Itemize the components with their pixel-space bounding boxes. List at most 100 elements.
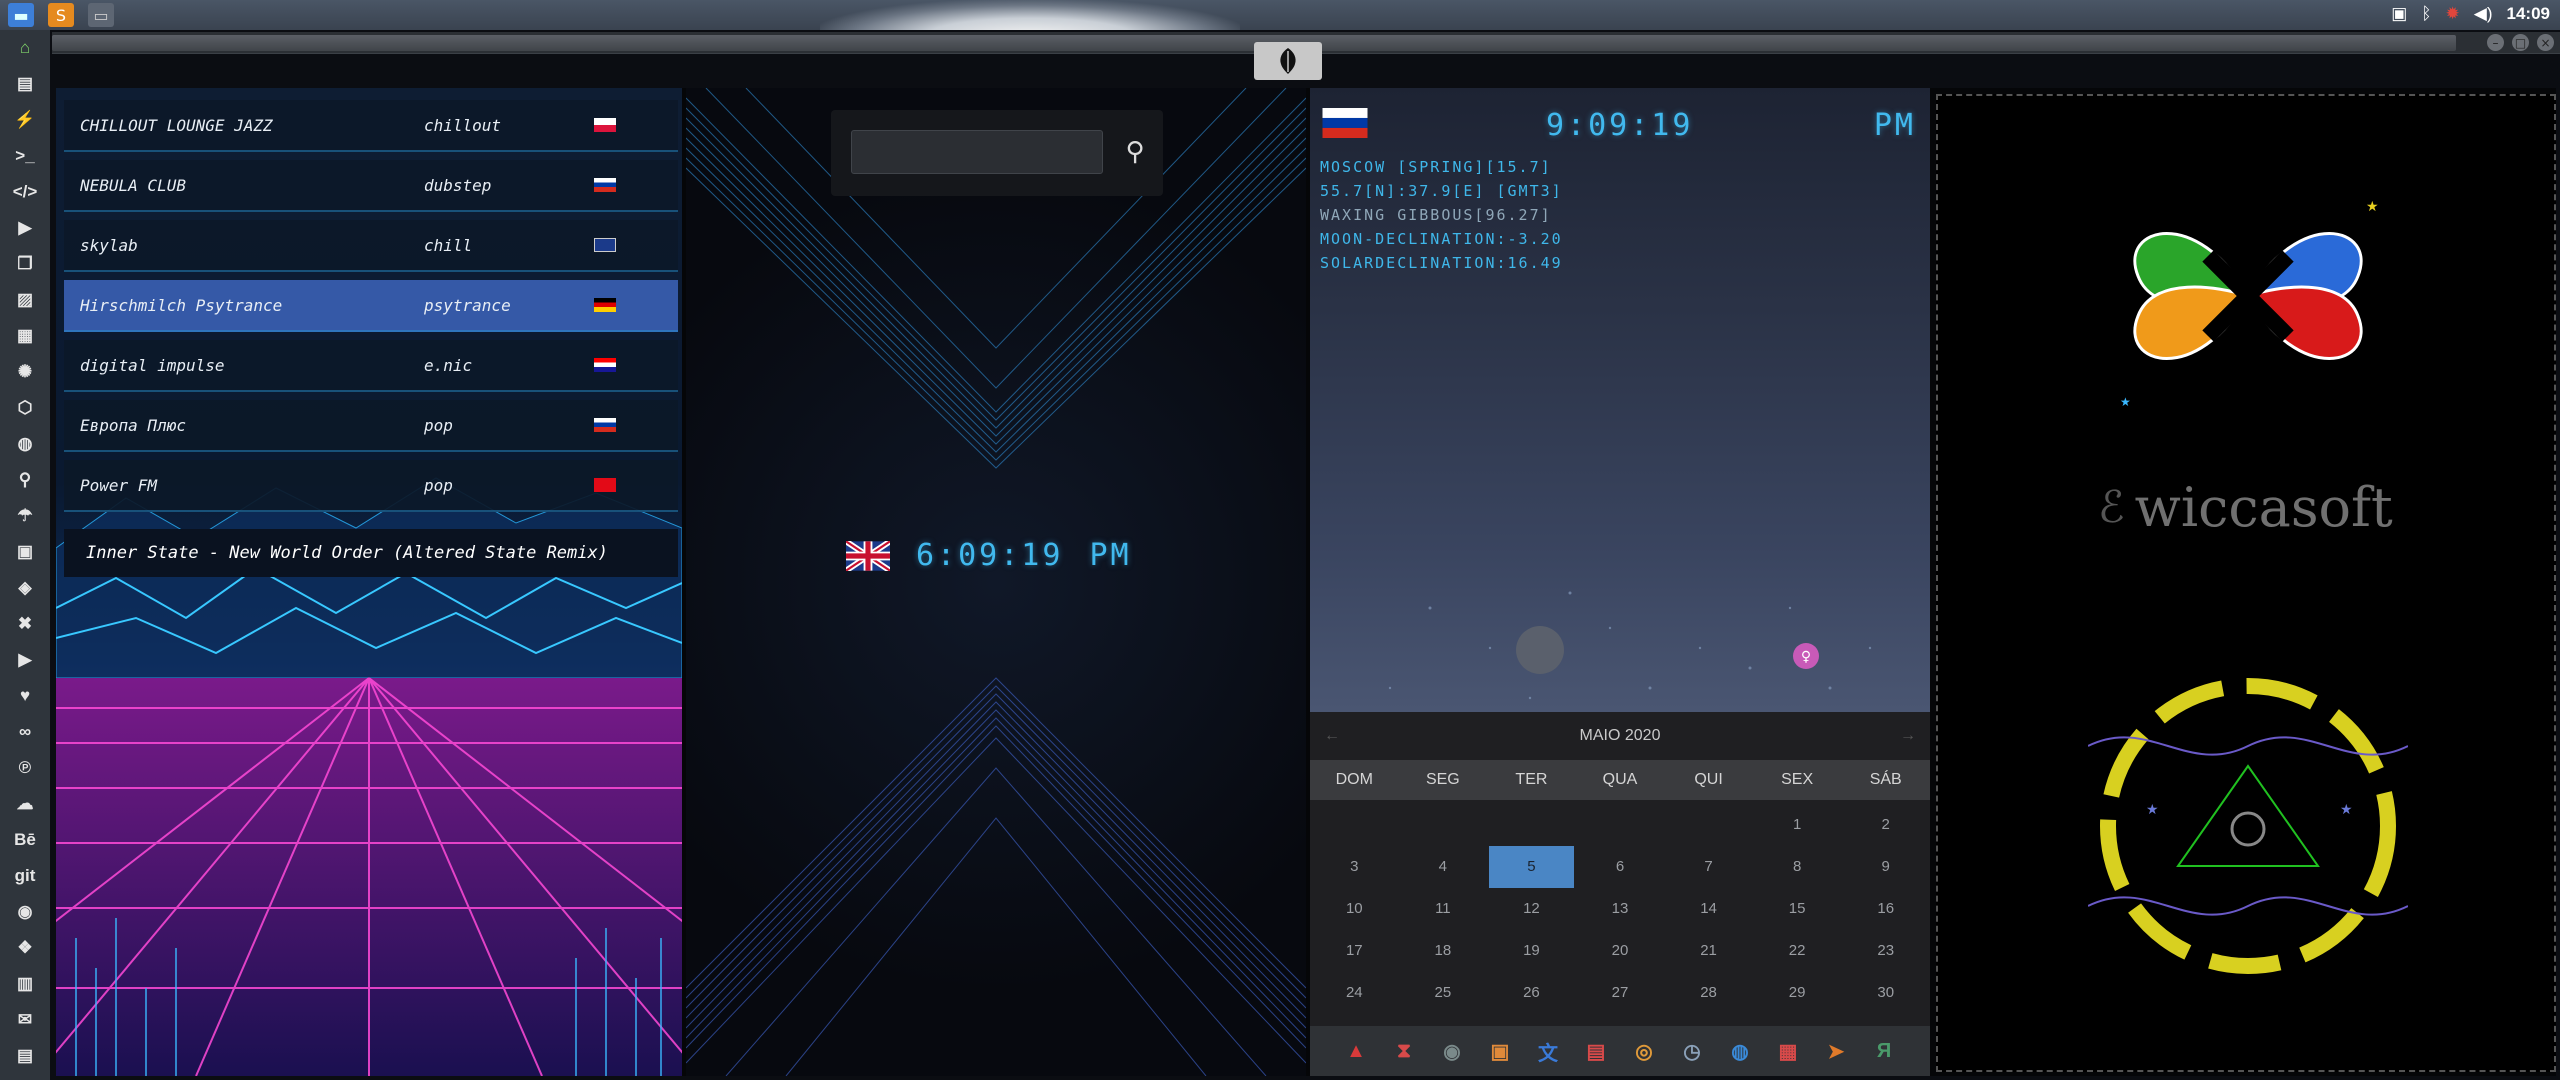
station-row[interactable]: digital impulse e.nic [64,340,678,392]
calendar-day[interactable]: 5 [1489,846,1574,888]
close-button[interactable]: × [2537,34,2554,51]
umbrella-icon[interactable]: ☂ [0,498,50,534]
sublime-icon[interactable]: S [48,3,74,27]
cloud-icon[interactable]: ☁ [0,786,50,822]
calendar-day[interactable]: 24 [1310,972,1399,1014]
calendar-empty [1399,804,1488,846]
calendar-day[interactable]: 30 [1841,972,1930,1014]
calendar-day[interactable]: 20 [1576,930,1665,972]
news-icon[interactable]: ▦ [0,318,50,354]
maximize-button[interactable]: □ [2512,34,2529,51]
search-input[interactable] [851,130,1103,174]
calendar-day[interactable]: 28 [1664,972,1753,1014]
calendar-day[interactable]: 1 [1753,804,1842,846]
minimize-button[interactable]: – [2487,34,2504,51]
poland-flag-icon [594,118,616,132]
heart-icon[interactable]: ♥ [0,678,50,714]
station-row[interactable]: Европа Плюс pop [64,400,678,452]
calendar-day[interactable]: 2 [1841,804,1930,846]
calendar-day[interactable]: 18 [1399,930,1488,972]
calendar-day[interactable]: 19 [1487,930,1576,972]
layers-icon[interactable]: ❖ [0,930,50,966]
virus-icon[interactable]: ✹ [2446,4,2460,24]
calendar-day[interactable]: 14 [1664,888,1753,930]
calendar-day[interactable]: 9 [1841,846,1930,888]
calendar-day[interactable]: 4 [1399,846,1488,888]
calendar-day[interactable]: 7 [1664,846,1753,888]
star-field: ♀ [1388,591,1872,700]
search-icon[interactable]: ⚲ [0,462,50,498]
calendar-day[interactable]: 12 [1487,888,1576,930]
next-month-button[interactable]: → [1900,712,1916,760]
play-icon[interactable]: ▶ [0,210,50,246]
terminal-icon[interactable]: >_ [0,138,50,174]
file-manager-icon[interactable]: ▬ [8,3,34,27]
mail-icon[interactable]: ✉ [0,1002,50,1038]
map-icon[interactable]: ▥ [0,966,50,1002]
system-clock[interactable]: 14:09 [2507,4,2550,24]
arch-icon[interactable]: ▲ [1339,1034,1373,1068]
server-icon[interactable]: ▤ [0,1038,50,1074]
calendar-day[interactable]: 23 [1841,930,1930,972]
behance-icon[interactable]: Bē [0,822,50,858]
home-icon[interactable]: ⌂ [0,30,50,66]
calendar-day[interactable]: 29 [1753,972,1842,1014]
bluetooth-icon[interactable]: ᛒ [2421,4,2431,24]
rebel-alliance-icon[interactable] [1254,42,1322,80]
search-icon[interactable]: ⚲ [1119,136,1151,168]
git-icon[interactable]: git [0,858,50,894]
tag-icon[interactable]: ◈ [0,570,50,606]
browser-icon[interactable]: ▤ [1579,1034,1613,1068]
arrow-app-icon[interactable]: ➤ [1819,1034,1853,1068]
calendar-day[interactable]: 27 [1576,972,1665,1014]
calendar-day[interactable]: 11 [1399,888,1488,930]
yandex-icon[interactable]: Я [1867,1034,1901,1068]
station-row[interactable]: skylab chill [64,220,678,272]
search-clock-panel: ⚲ 6:09:19 PM [686,88,1306,1076]
document-icon[interactable]: ▤ [0,66,50,102]
youtube-icon[interactable]: ▶ [0,642,50,678]
calendar-day[interactable]: 25 [1399,972,1488,1014]
infinity-icon[interactable]: ∞ [0,714,50,750]
globe-icon[interactable]: ◍ [0,426,50,462]
prev-month-button[interactable]: ← [1324,712,1340,760]
web-icon[interactable]: ◍ [1723,1034,1757,1068]
calendar-day[interactable]: 8 [1753,846,1842,888]
calendar-app-icon[interactable]: ▦ [1771,1034,1805,1068]
tools-icon[interactable]: ✖ [0,606,50,642]
station-row[interactable]: CHILLOUT LOUNGE JAZZ chillout [64,100,678,152]
station-row[interactable]: Power FM pop [64,460,678,512]
settings-icon[interactable]: ✺ [0,354,50,390]
mask-icon[interactable]: ◉ [1435,1034,1469,1068]
calendar-day[interactable]: 16 [1841,888,1930,930]
copy-icon[interactable]: ❐ [0,246,50,282]
calendar-day[interactable]: 6 [1576,846,1665,888]
calendar-day[interactable]: 21 [1664,930,1753,972]
search-app-icon[interactable]: ◎ [1627,1034,1661,1068]
photo-icon[interactable]: ▣ [1483,1034,1517,1068]
hourglass-icon[interactable]: ⧗ [1387,1034,1421,1068]
contact-icon[interactable]: ▣ [0,534,50,570]
desktop-icon[interactable]: ▭ [88,3,114,27]
station-row[interactable]: NEBULA CLUB dubstep [64,160,678,212]
code-icon[interactable]: </> [0,174,50,210]
calendar-day[interactable]: 3 [1310,846,1399,888]
translate-icon[interactable]: 文 [1531,1034,1565,1068]
flash-icon[interactable]: ⚡ [0,102,50,138]
calendar-day[interactable]: 15 [1753,888,1842,930]
station-row-selected[interactable]: Hirschmilch Psytrance psytrance [64,280,678,332]
calendar-day[interactable]: 26 [1487,972,1576,1014]
volume-icon[interactable]: ◀) [2474,4,2493,24]
image-icon[interactable]: ▨ [0,282,50,318]
hex-icon[interactable]: ⬡ [0,390,50,426]
moon-icon [1516,626,1564,674]
calendar-day[interactable]: 17 [1310,930,1399,972]
calendar-day[interactable]: 13 [1576,888,1665,930]
image-icon[interactable]: ▣ [2391,4,2407,24]
clock-app-icon[interactable]: ◷ [1675,1034,1709,1068]
station-name: Европа Плюс [80,415,186,435]
calendar-day[interactable]: 22 [1753,930,1842,972]
pinterest-icon[interactable]: ℗ [0,750,50,786]
calendar-day[interactable]: 10 [1310,888,1399,930]
github-icon[interactable]: ◉ [0,894,50,930]
